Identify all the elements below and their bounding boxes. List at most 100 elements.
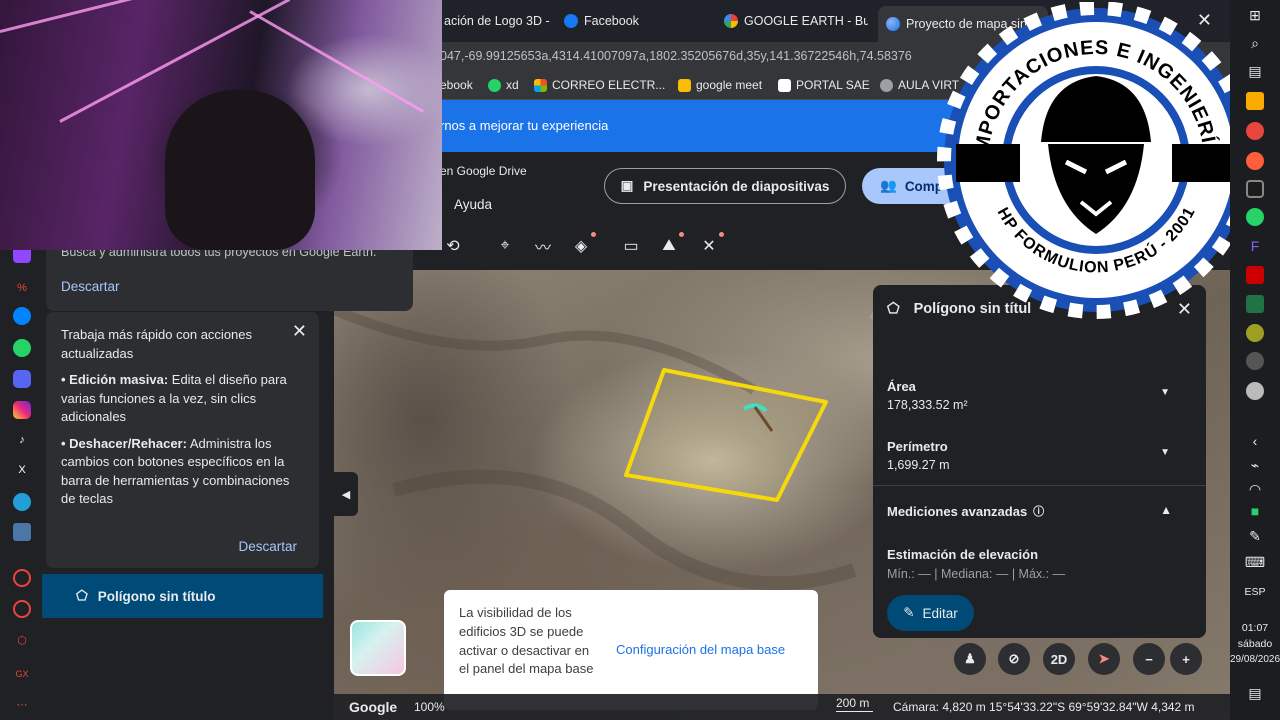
edit-button[interactable]: ✎ Editar [887,595,974,631]
network-off-icon[interactable]: ⌁ [1246,456,1264,474]
info-icon[interactable]: ⓘ [1033,503,1044,519]
layers-icon[interactable]: ◈ [568,232,596,257]
whatsapp-icon[interactable] [13,339,31,357]
ruler-icon[interactable]: ▭ [618,235,644,257]
app-icon[interactable] [1246,324,1264,342]
zoom-in-button[interactable]: + [1170,643,1202,675]
bookmark-facebook[interactable]: ebook [440,78,473,92]
excel-icon[interactable] [1246,295,1264,313]
zoom-out-button[interactable]: − [1133,643,1165,675]
more-icon[interactable]: ⋯ [13,695,31,713]
pdf-icon[interactable] [1246,266,1264,284]
opera-icon[interactable] [1246,122,1264,140]
bookmark-label: xd [506,78,519,92]
pen-icon[interactable]: ✎ [1246,527,1264,545]
wifi-icon[interactable]: ◠ [1246,480,1264,498]
collapse-panel-button[interactable]: ◀ [334,472,358,516]
bookmark-portal-sae[interactable]: PORTAL SAE [778,78,870,92]
tools-icon[interactable]: ✕ [696,232,724,257]
app-icon[interactable]: F [1246,237,1264,255]
gx-icon[interactable]: GX [13,665,31,683]
toast-message: La visibilidad de los edificios 3D se pu… [459,605,594,677]
location-off-icon[interactable]: ⊘ [998,643,1030,675]
task-view-icon[interactable]: ▤ [1246,62,1264,80]
slideshow-button[interactable]: ▣ Presentación de diapositivas [604,168,846,204]
bullet-bulk-edit: • Edición masiva: Edita el diseño para v… [61,371,304,427]
card-title: Trabaja más rápido con acciones actualiz… [61,327,253,361]
view-2d-button[interactable]: 2D [1043,643,1075,675]
drawn-polygon[interactable] [624,368,828,502]
bookmark-xd[interactable]: xd [488,78,519,92]
whatsapp-icon [488,78,501,92]
word-icon[interactable] [13,523,31,541]
search-icon[interactable]: ⌕ [1246,34,1264,52]
tab-label: ación de Logo 3D - [444,14,550,28]
tab-facebook[interactable]: Facebook [564,8,684,34]
clock-icon[interactable] [13,600,31,618]
instagram-icon[interactable] [13,401,31,419]
elevation-values: Mín.: — | Mediana: — | Máx.: — [887,567,1066,581]
help-menu[interactable]: Ayuda [454,197,492,212]
percent-icon[interactable]: % [13,279,31,297]
projects-tip-card: Busca y administra todos tus proyectos e… [46,245,413,311]
dismiss-button[interactable]: Descartar [238,538,297,557]
aula-icon [880,78,893,92]
area-metric[interactable]: Área 178,333.52 m² ▼ [887,379,1192,412]
play-icon[interactable] [13,569,31,587]
pegman-icon[interactable]: ♟ [954,643,986,675]
file-explorer-icon[interactable] [1246,92,1264,110]
polygon-icon: ⬠ [887,301,900,317]
clock-time[interactable]: 01:07 [1230,622,1280,634]
updated-actions-card: Trabaja más rápido con acciones actualiz… [46,312,319,568]
chevron-up-icon[interactable]: ▲ [1160,503,1172,517]
cube-icon[interactable]: ⬡ [13,631,31,649]
map-toolbar: ⟲ ⌖ 〰 ◈ ▭ ⛰ ✕ [440,232,734,260]
company-logo: IMPORTACIONES E INGENIERÍA HP FORMULION … [936,1,1256,322]
dismiss-button[interactable]: Descartar [61,279,120,294]
meet-icon [678,78,691,92]
path-icon[interactable]: 〰 [530,235,556,257]
basemap-thumbnail[interactable] [350,620,406,676]
chevron-down-icon[interactable]: ▼ [1160,447,1170,458]
perimeter-metric[interactable]: Perímetro 1,699.27 m ▼ [887,439,1192,472]
keyboard-icon[interactable]: ⌨ [1245,553,1265,571]
compass-icon[interactable]: ➤ [1088,643,1120,675]
discord-icon[interactable] [13,370,31,388]
webcam-overlay [0,0,442,250]
close-icon[interactable]: ✕ [292,322,307,341]
history-icon[interactable]: ⟲ [440,235,466,257]
basemap-settings-link[interactable]: Configuración del mapa base [616,642,785,657]
terrain-icon[interactable]: ⛰ [656,232,684,257]
whatsapp-icon[interactable] [1246,208,1264,226]
windows-start-icon[interactable]: ⊞ [1246,6,1264,24]
url-text[interactable]: 047,-69.99125653a,4314.41007097a,1802.35… [440,49,912,63]
chevron-down-icon[interactable]: ▼ [1160,387,1170,398]
telegram-icon[interactable] [13,493,31,511]
bookmark-google-meet[interactable]: google meet [678,78,762,92]
opera-gx-icon[interactable] [1246,152,1264,170]
tray-icon[interactable]: ■ [1246,502,1264,520]
sidebar-item-polygon[interactable]: ⬠ Polígono sin título [42,574,323,618]
clock-day: sábado [1237,638,1273,650]
terminal-icon[interactable] [1246,180,1264,198]
x-icon[interactable]: X [13,461,31,479]
polygon-item-label: Polígono sin título [97,588,216,604]
advanced-measurements-header[interactable]: Mediciones avanzadas ⓘ [887,503,1044,519]
bookmark-correo[interactable]: CORREO ELECTR... [534,78,665,92]
tiktok-icon[interactable]: ♪ [13,431,31,449]
tab-logo-3d[interactable]: ación de Logo 3D - [444,8,554,34]
pencil-icon: ✎ [903,605,915,620]
placemark-icon[interactable]: ⌖ [492,235,518,257]
tab-google-earth-search[interactable]: GOOGLE EARTH - Busc [724,8,868,34]
app-icon[interactable] [1246,382,1264,400]
perimeter-value: 1,699.27 m [887,458,950,472]
messenger-icon[interactable] [13,307,31,325]
earth-icon [886,17,900,31]
notifications-icon[interactable]: ▤ [1246,684,1264,702]
slideshow-label: Presentación de diapositivas [643,178,830,194]
edit-label: Editar [922,605,958,621]
language-indicator[interactable]: ESP [1230,586,1280,598]
light-beam [0,0,321,33]
chevron-left-icon[interactable]: ‹ [1246,432,1264,450]
app-icon[interactable] [1246,352,1264,370]
